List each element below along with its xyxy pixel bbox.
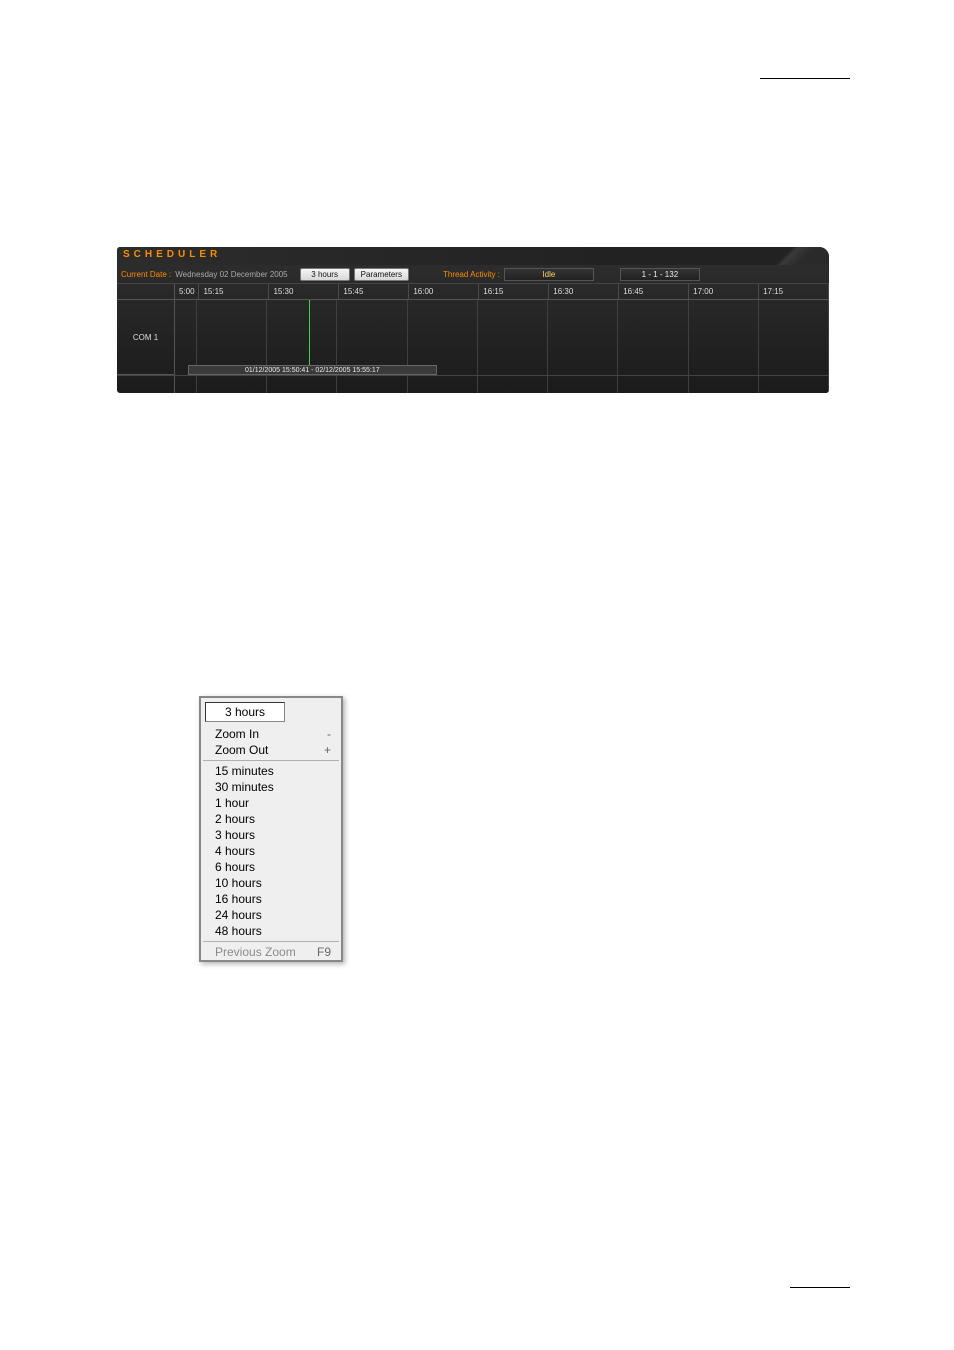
spacer-cell [408,376,478,393]
scheduler-title-row: SCHEDULER [117,247,829,265]
menu-label: 6 hours [215,860,255,874]
menu-item-range[interactable]: 1 hour [201,795,341,811]
thread-counts-field: 1 - 1 - 132 [620,268,700,281]
time-tick: 15:15 [199,284,269,299]
time-tick: 16:15 [479,284,549,299]
menu-item-range[interactable]: 2 hours [201,811,341,827]
zoom-context-menu: 3 hours Zoom In - Zoom Out + 15 minutes … [199,696,343,962]
thread-status-field: Idle [504,268,594,281]
menu-label: 10 hours [215,876,262,890]
menu-item-zoom-out[interactable]: Zoom Out + [201,742,341,758]
scheduler-title: SCHEDULER [123,249,221,260]
menu-label: 2 hours [215,812,255,826]
menu-item-range[interactable]: 24 hours [201,907,341,923]
spacer-cell [175,376,197,393]
menu-label: 1 hour [215,796,249,810]
track-col [689,300,759,375]
thread-activity-label: Thread Activity : [443,270,500,279]
menu-item-zoom-in[interactable]: Zoom In - [201,726,341,742]
time-tick: 17:15 [759,284,829,299]
scheduler-panel: SCHEDULER Current Date : Wednesday 02 De… [117,247,829,393]
menu-item-range[interactable]: 48 hours [201,923,341,939]
time-tick: 5:00 [175,284,199,299]
timeline-bottom-row [117,375,829,393]
scheduler-controls: Current Date : Wednesday 02 December 200… [117,265,829,283]
time-tick: 16:30 [549,284,619,299]
track-col [267,300,337,375]
menu-shortcut: + [324,743,331,757]
menu-separator [203,760,339,761]
spacer-cell [197,376,267,393]
track-col [759,300,829,375]
menu-item-range[interactable]: 10 hours [201,875,341,891]
zoom-menu-title: 3 hours [205,702,285,722]
menu-item-range[interactable]: 3 hours [201,827,341,843]
time-ruler: 5:00 15:15 15:30 15:45 16:00 16:15 16:30… [175,284,829,300]
menu-label: 15 minutes [215,764,274,778]
track-col [408,300,478,375]
track-col [618,300,688,375]
time-tick: 15:45 [339,284,409,299]
time-tick: 17:00 [689,284,759,299]
timeline-left-column: COM 1 [117,284,175,375]
menu-shortcut: - [327,727,331,741]
menu-item-range[interactable]: 4 hours [201,843,341,859]
track-area[interactable]: 01/12/2005 15:50:41 - 02/12/2005 15:55:1… [175,300,829,375]
timeline-left-header [117,284,174,300]
track-col [478,300,548,375]
menu-label: 16 hours [215,892,262,906]
zoom-range-button[interactable]: 3 hours [300,268,350,281]
spacer-cell [689,376,759,393]
now-indicator-line [309,300,310,375]
spacer-cell [618,376,688,393]
menu-item-range[interactable]: 6 hours [201,859,341,875]
time-tick: 16:45 [619,284,689,299]
menu-item-range[interactable]: 30 minutes [201,779,341,795]
menu-item-previous-zoom[interactable]: Previous Zoom F9 [201,944,341,960]
menu-item-range[interactable]: 16 hours [201,891,341,907]
menu-label: Zoom In [215,727,259,741]
page-footer-rule [790,1287,850,1288]
timeline-track[interactable]: 5:00 15:15 15:30 15:45 16:00 16:15 16:30… [175,284,829,375]
corner-accent [739,247,829,265]
timeline: COM 1 5:00 15:15 15:30 15:45 16:00 16:15… [117,283,829,375]
track-col [197,300,267,375]
track-col [337,300,407,375]
menu-label: 24 hours [215,908,262,922]
menu-label: 3 hours [215,828,255,842]
track-col [548,300,618,375]
page-header-rule [760,78,850,79]
menu-label: 4 hours [215,844,255,858]
menu-label: Previous Zoom [215,945,296,959]
current-date-value: Wednesday 02 December 2005 [175,270,287,279]
bottom-spacer-body [175,376,829,393]
time-tick: 15:30 [269,284,339,299]
bottom-left-spacer [117,376,175,393]
menu-label: 30 minutes [215,780,274,794]
menu-separator [203,941,339,942]
menu-label: 48 hours [215,924,262,938]
parameters-button[interactable]: Parameters [354,268,409,281]
current-date-label: Current Date : [121,270,171,279]
now-range-label: 01/12/2005 15:50:41 - 02/12/2005 15:55:1… [188,365,437,375]
channel-label: COM 1 [117,300,174,375]
spacer-cell [759,376,829,393]
menu-label: Zoom Out [215,743,268,757]
spacer-cell [267,376,337,393]
spacer-cell [478,376,548,393]
menu-item-range[interactable]: 15 minutes [201,763,341,779]
menu-shortcut: F9 [317,945,331,959]
track-col [175,300,197,375]
spacer-cell [337,376,407,393]
time-tick: 16:00 [409,284,479,299]
spacer-cell [548,376,618,393]
